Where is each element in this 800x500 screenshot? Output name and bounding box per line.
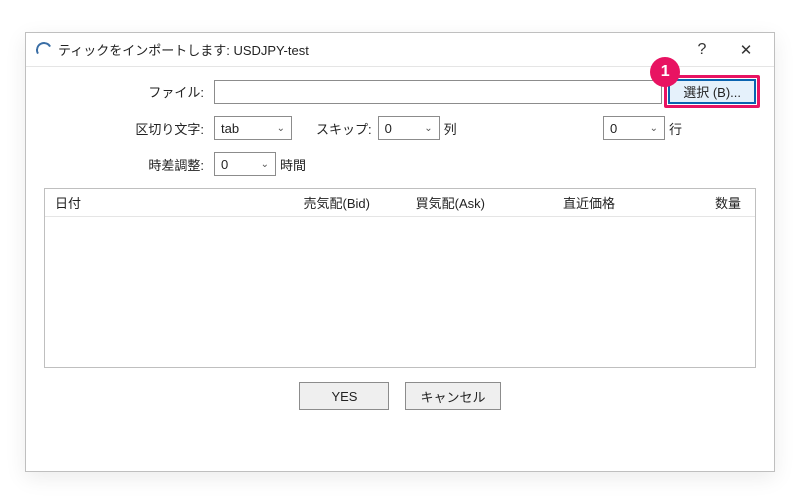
- delimiter-select[interactable]: tab ⌄: [214, 116, 292, 140]
- col-ask: 買気配(Ask): [370, 193, 485, 212]
- skip-label: スキップ:: [316, 119, 372, 138]
- chevron-down-icon: ⌄: [277, 123, 285, 134]
- chevron-down-icon: ⌄: [650, 123, 658, 134]
- chevron-down-icon: ⌄: [261, 159, 269, 170]
- table-header: 日付 売気配(Bid) 買気配(Ask) 直近価格 数量: [45, 189, 755, 217]
- help-button[interactable]: ?: [680, 34, 724, 66]
- delimiter-label: 区切り文字:: [44, 119, 214, 138]
- title-bar: ティックをインポートします: USDJPY-test ? ✕: [26, 33, 774, 67]
- window-title: ティックをインポートします: USDJPY-test: [58, 40, 309, 59]
- col-last: 直近価格: [485, 193, 615, 212]
- cancel-button[interactable]: キャンセル: [405, 382, 500, 410]
- col-volume: 数量: [615, 193, 745, 212]
- columns-suffix: 列: [444, 119, 457, 138]
- file-input[interactable]: [214, 80, 662, 104]
- dialog-content: ファイル: 選択 (B)... 1 区切り文字: tab ⌄ スキップ: 0 ⌄…: [26, 67, 774, 418]
- rows-suffix: 行: [669, 119, 682, 138]
- dialog-window: ティックをインポートします: USDJPY-test ? ✕ ファイル: 選択 …: [25, 32, 775, 472]
- skip-cols-select[interactable]: 0 ⌄: [378, 116, 440, 140]
- help-icon: ?: [698, 41, 707, 59]
- close-button[interactable]: ✕: [724, 34, 768, 66]
- chevron-down-icon: ⌄: [424, 123, 432, 134]
- close-icon: ✕: [740, 41, 753, 59]
- preview-table: 日付 売気配(Bid) 買気配(Ask) 直近価格 数量: [44, 188, 756, 368]
- skip-rows-select[interactable]: 0 ⌄: [603, 116, 665, 140]
- yes-button[interactable]: YES: [299, 382, 389, 410]
- browse-button[interactable]: 選択 (B)...: [668, 79, 756, 104]
- file-label: ファイル:: [44, 82, 214, 101]
- hours-suffix: 時間: [280, 155, 306, 174]
- app-icon: [36, 42, 52, 58]
- time-adjust-label: 時差調整:: [44, 155, 214, 174]
- col-date: 日付: [55, 193, 255, 212]
- col-bid: 売気配(Bid): [255, 193, 370, 212]
- dialog-footer: YES キャンセル: [44, 368, 756, 410]
- time-offset-select[interactable]: 0 ⌄: [214, 152, 276, 176]
